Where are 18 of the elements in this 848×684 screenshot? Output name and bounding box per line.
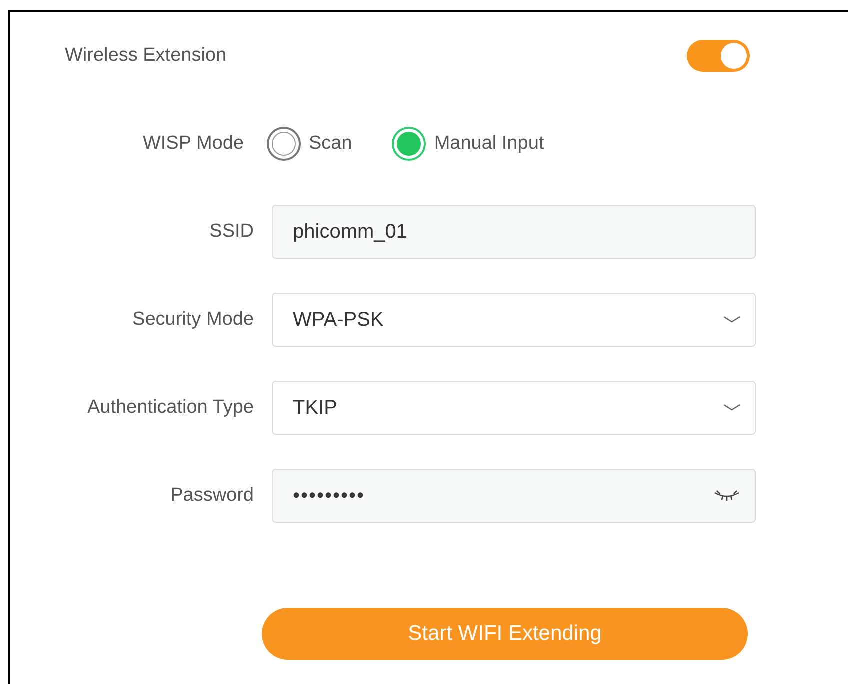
radio-label: Scan <box>309 132 352 156</box>
select-field[interactable]: WPA-PSK <box>272 293 756 347</box>
field-label: Security Mode <box>132 308 254 332</box>
input-field[interactable]: phicomm_01 <box>272 205 756 259</box>
chevron-down-icon <box>723 403 741 413</box>
password-field[interactable]: ••••••••• <box>272 469 756 523</box>
select-field[interactable]: TKIP <box>272 381 756 435</box>
field-label: SSID <box>208 220 254 244</box>
radio-button[interactable] <box>267 127 301 161</box>
field-label: Authentication Type <box>86 396 254 420</box>
setting-label: Wireless Extension <box>65 44 227 68</box>
radio-button[interactable] <box>392 127 426 161</box>
chevron-down-icon <box>723 315 741 325</box>
field-label: Password <box>170 484 254 508</box>
toggle-switch[interactable] <box>687 40 750 72</box>
field-label: WISP Mode <box>142 132 244 156</box>
radio-label: Manual Input <box>434 132 544 156</box>
closed-eye-icon[interactable] <box>713 490 741 502</box>
